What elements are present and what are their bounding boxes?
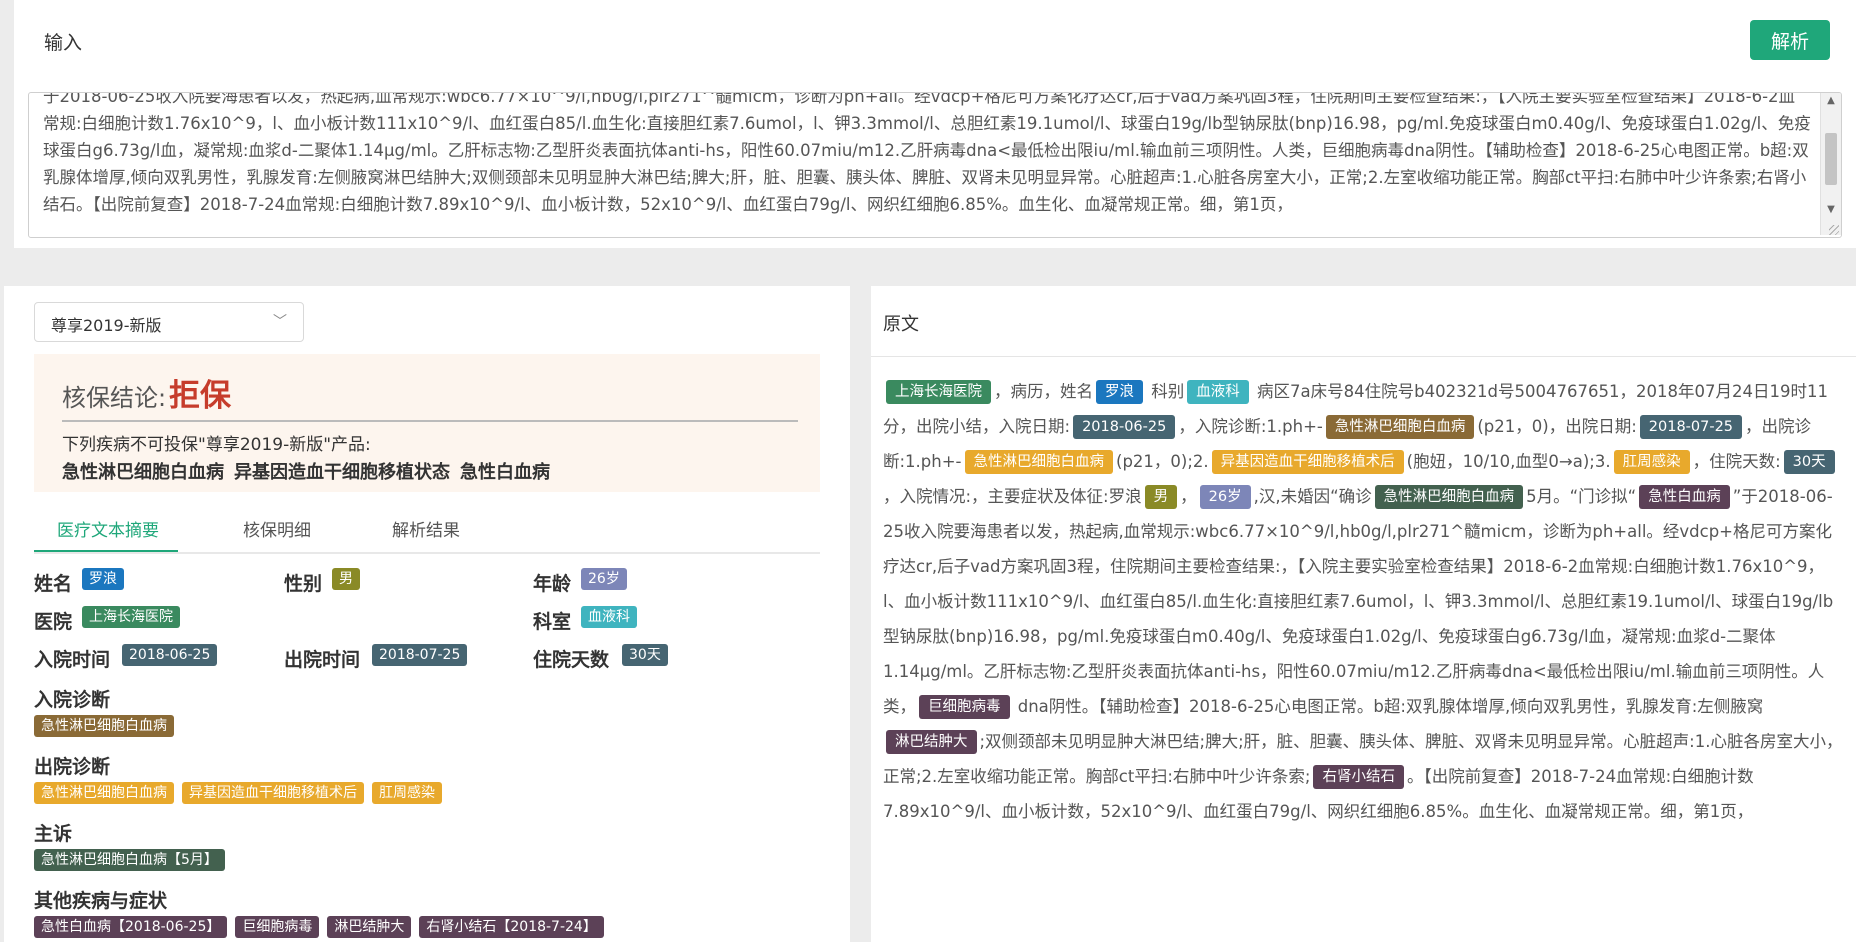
days-label: 住院天数 [533, 649, 610, 671]
tab-bar: 医疗文本摘要 核保明细 解析结果 [34, 506, 820, 554]
scroll-up-icon[interactable]: ▲ [1821, 95, 1841, 106]
parse-button[interactable]: 解析 [1750, 20, 1830, 60]
verdict-label: 核保结论: [62, 384, 167, 412]
tab-underwriting-details[interactable]: 核保明细 [243, 516, 311, 541]
discharge-date-tag: 2018-07-25 [372, 644, 468, 666]
excluded-disease: 急性白血病 [460, 462, 550, 483]
other-tag: 急性白血病【2018-06-25】 [34, 916, 228, 938]
entity-tag[interactable]: 急性白血病 [1639, 485, 1730, 509]
left-panel: 尊享2019-新版 ﹀ 核保结论: 拒保 下列疾病不可投保"尊享2019-新版"… [4, 286, 850, 942]
original-text-span: dna阴性。【辅助检查】2018-6-25心电图正常。b超:双乳腺体增厚,倾向双… [1012, 697, 1764, 716]
dept-tag: 血液科 [581, 606, 637, 628]
gender-label: 性别 [284, 573, 323, 595]
name-label: 姓名 [34, 573, 73, 595]
original-title: 原文 [883, 314, 919, 335]
tab-parse-result[interactable]: 解析结果 [392, 516, 460, 541]
days-tag: 30天 [622, 644, 668, 666]
product-select-value: 尊享2019-新版 [51, 316, 162, 335]
other-label: 其他疾病与症状 [34, 890, 168, 912]
complaint-list: 急性淋巴细胞白血病【5月】 [34, 849, 225, 871]
verdict-divider [62, 420, 798, 422]
resize-handle-icon[interactable] [1829, 225, 1839, 235]
disch-diag-label: 出院诊断 [34, 756, 111, 778]
excluded-disease: 异基因造血干细胞移植状态 [234, 462, 450, 483]
original-text-span: ”于2018-06-25收入院要海患者以发，热起病,血常规示:wbc6.77×1… [883, 487, 1834, 716]
excluded-diseases: 急性淋巴细胞白血病 异基因造血干细胞移植状态 急性白血病 [62, 458, 550, 484]
admit-label: 入院时间 [34, 649, 111, 671]
underwriting-verdict: 核保结论: 拒保 下列疾病不可投保"尊享2019-新版"产品: 急性淋巴细胞白血… [34, 354, 820, 492]
entity-tag[interactable]: 2018-07-25 [1639, 415, 1743, 439]
entity-tag[interactable]: 26岁 [1199, 485, 1251, 509]
original-text-span: ,汉,未婚因“确诊 [1253, 487, 1372, 506]
entity-tag[interactable]: 右肾小结石 [1313, 765, 1404, 789]
medical-text-input[interactable]: 于2018-06-25收入院要海患者以发，热起病,血常规示:wbc6.77×10… [28, 92, 1842, 238]
original-text-span: (胞妞，10/10,血型0→a);3. [1406, 452, 1611, 471]
original-text-span: ，入院诊断:1.ph+- [1178, 417, 1323, 436]
admit-diag-label: 入院诊断 [34, 689, 111, 711]
disch-diag-list: 急性淋巴细胞白血病 异基因造血干细胞移植术后 肛周感染 [34, 782, 442, 804]
age-label: 年龄 [533, 573, 572, 595]
tab-medical-summary[interactable]: 医疗文本摘要 [57, 516, 159, 541]
hospital-label: 医院 [34, 611, 73, 633]
gender-tag: 男 [332, 568, 360, 590]
input-title: 输入 [44, 32, 83, 54]
verdict-note: 下列疾病不可投保"尊享2019-新版"产品: [62, 435, 371, 455]
original-text-span: (p21，0);2. [1116, 452, 1209, 471]
other-tag: 淋巴结肿大 [327, 916, 412, 938]
disch-diag-tag: 异基因造血干细胞移植术后 [182, 782, 364, 804]
entity-tag[interactable]: 上海长海医院 [886, 380, 991, 404]
original-text-span: 科别 [1146, 382, 1185, 401]
product-select[interactable]: 尊享2019-新版 ﹀ [34, 302, 304, 342]
complaint-tag: 急性淋巴细胞白血病【5月】 [34, 849, 225, 871]
entity-tag[interactable]: 2018-06-25 [1073, 415, 1176, 439]
original-text: 上海长海医院 ，病历，姓名 罗浪 科别 血液科 病区7a床号84住院号b402321d… [883, 374, 1843, 829]
other-tag: 巨细胞病毒 [235, 916, 320, 938]
entity-tag[interactable]: 男 [1144, 485, 1178, 509]
entity-tag[interactable]: 罗浪 [1096, 380, 1143, 404]
right-panel: 原文 上海长海医院 ，病历，姓名 罗浪 科别 血液科 病区7a床号84住院号b4023… [871, 286, 1856, 942]
excluded-disease: 急性淋巴细胞白血病 [62, 462, 224, 483]
name-tag: 罗浪 [82, 568, 124, 590]
textarea-scrollbar[interactable]: ▲ ▼ [1820, 93, 1841, 235]
entity-tag[interactable]: 巨细胞病毒 [919, 695, 1010, 719]
original-text-span: ，住院天数: [1692, 452, 1781, 471]
scroll-thumb[interactable] [1825, 133, 1837, 185]
entity-tag[interactable]: 血液科 [1187, 380, 1249, 404]
medical-text-content[interactable]: 于2018-06-25收入院要海患者以发，热起病,血常规示:wbc6.77×10… [43, 93, 1811, 218]
original-text-span: (p21，0)，出院日期: [1477, 417, 1637, 436]
hospital-tag: 上海长海医院 [82, 606, 180, 628]
original-text-span: ，入院情况:，主要症状及体征:罗浪 [883, 487, 1142, 506]
scroll-down-icon[interactable]: ▼ [1821, 204, 1841, 215]
entity-tag[interactable]: 淋巴结肿大 [886, 730, 977, 754]
original-text-span: ， [1180, 487, 1197, 506]
original-text-span: 5月。“门诊拟“ [1526, 487, 1637, 506]
discharge-label: 出院时间 [284, 649, 361, 671]
disch-diag-tag: 急性淋巴细胞白血病 [34, 782, 174, 804]
original-text-span: ，病历，姓名 [994, 382, 1093, 401]
other-tag: 右肾小结石【2018-7-24】 [419, 916, 604, 938]
original-header: 原文 [871, 286, 1856, 357]
entity-tag[interactable]: 异基因造血干细胞移植术后 [1211, 450, 1404, 474]
other-list: 急性白血病【2018-06-25】 巨细胞病毒 淋巴结肿大 右肾小结石【2018… [34, 916, 604, 938]
complaint-label: 主诉 [34, 823, 73, 845]
dept-label: 科室 [533, 611, 572, 633]
chevron-down-icon: ﹀ [273, 314, 287, 330]
entity-tag[interactable]: 急性淋巴细胞白血病 [1325, 415, 1475, 439]
entity-tag[interactable]: 急性淋巴细胞白血病 [964, 450, 1114, 474]
entity-tag[interactable]: 急性淋巴细胞白血病 [1374, 485, 1524, 509]
admit-date-tag: 2018-06-25 [122, 644, 218, 666]
age-tag: 26岁 [581, 568, 627, 590]
admit-diag-list: 急性淋巴细胞白血病 [34, 715, 174, 737]
input-section: 输入 解析 于2018-06-25收入院要海患者以发，热起病,血常规示:wbc6… [14, 0, 1856, 248]
verdict-result: 拒保 [169, 378, 231, 414]
admit-diag-tag: 急性淋巴细胞白血病 [34, 715, 174, 737]
entity-tag[interactable]: 肛周感染 [1613, 450, 1690, 474]
disch-diag-tag: 肛周感染 [372, 782, 442, 804]
entity-tag[interactable]: 30天 [1783, 450, 1835, 474]
active-tab-indicator [34, 550, 178, 552]
